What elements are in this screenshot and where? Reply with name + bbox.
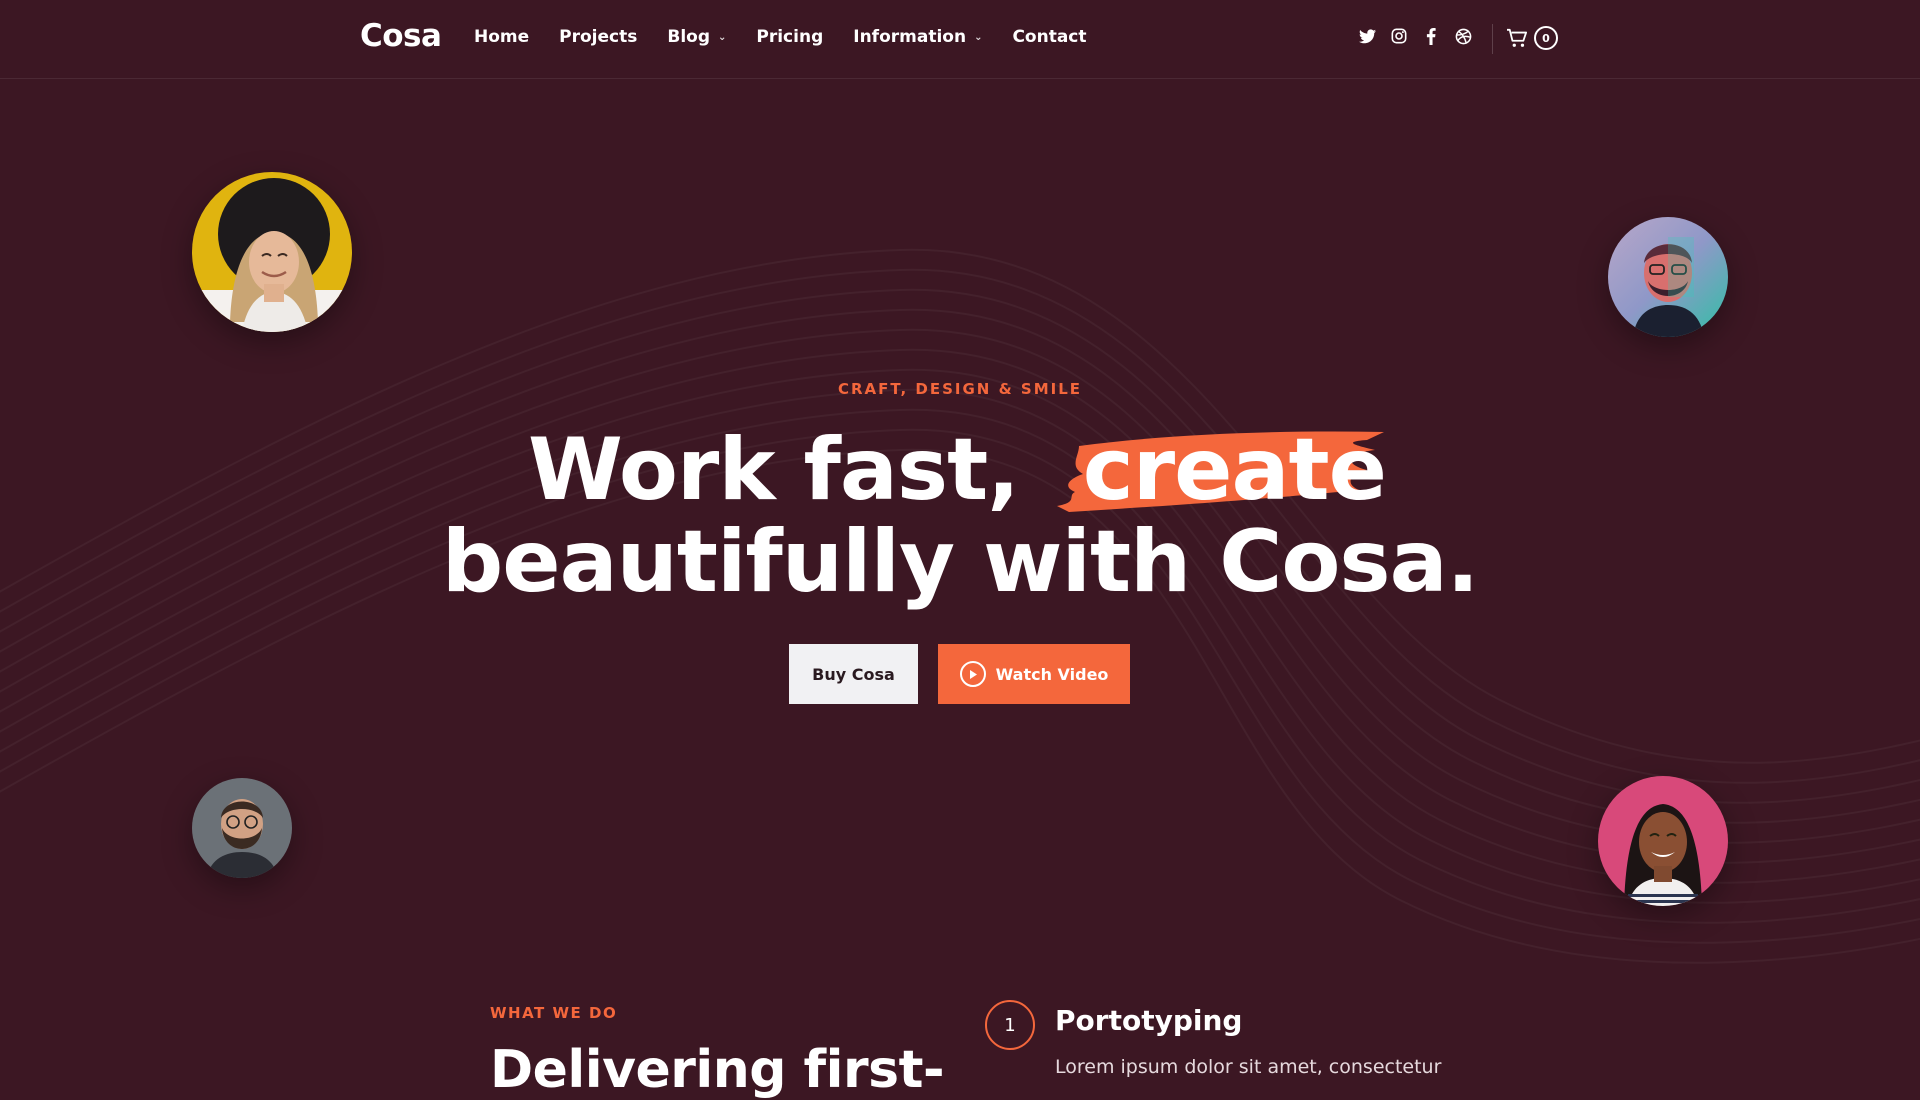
hero-headline: Work fast, create beautifully with Cosa. xyxy=(0,424,1920,608)
chevron-down-icon: ⌄ xyxy=(718,31,727,43)
hero-eyebrow: CRAFT, DESIGN & SMILE xyxy=(837,380,1083,398)
watch-video-button[interactable]: Watch Video xyxy=(938,644,1130,704)
site-header: Cosa Home Projects Blog ⌄ Pricing Informa… xyxy=(0,0,1920,79)
logo[interactable]: Cosa xyxy=(360,18,442,54)
headline-line-2: beautifully with Cosa. xyxy=(441,512,1480,612)
chevron-down-icon: ⌄ xyxy=(974,31,983,43)
dribbble-icon[interactable] xyxy=(1454,27,1472,45)
nav-item-pricing[interactable]: Pricing xyxy=(756,27,823,47)
headline-part-1: Work fast, xyxy=(528,420,1020,520)
nav-item-label: Contact xyxy=(1012,27,1087,47)
cart-icon xyxy=(1507,28,1527,47)
social-links xyxy=(1358,27,1486,45)
cart-count-badge: 0 xyxy=(1534,26,1558,50)
step-title: Portotyping xyxy=(1055,1004,1243,1037)
headline-highlight-text: create xyxy=(1082,420,1387,520)
avatar-man-neon xyxy=(1608,217,1728,337)
twitter-icon[interactable] xyxy=(1358,27,1376,45)
what-we-do-heading: Delivering first- xyxy=(490,1040,945,1100)
avatar-woman-yellow xyxy=(192,172,352,332)
nav-item-label: Information xyxy=(853,27,967,47)
headline-line-1: Work fast, create xyxy=(0,424,1920,516)
nav-item-projects[interactable]: Projects xyxy=(559,27,637,47)
play-icon xyxy=(959,661,986,687)
nav-item-label: Blog xyxy=(667,27,710,47)
nav-item-label: Projects xyxy=(559,27,638,47)
step-number-badge: 1 xyxy=(985,1000,1035,1050)
watch-video-label: Watch Video xyxy=(995,664,1109,684)
nav-item-blog[interactable]: Blog ⌄ xyxy=(667,27,726,47)
what-we-do-eyebrow: WHAT WE DO xyxy=(490,1004,618,1022)
nav-item-label: Pricing xyxy=(756,27,824,47)
nav-item-label: Home xyxy=(474,27,530,47)
instagram-icon[interactable] xyxy=(1390,27,1408,45)
cart-button[interactable]: 0 xyxy=(1506,26,1558,50)
avatar-bearded-man xyxy=(192,778,292,878)
avatar-woman-pink xyxy=(1598,776,1728,906)
headline-highlight: create xyxy=(1056,424,1392,516)
nav-item-information[interactable]: Information ⌄ xyxy=(853,27,982,47)
header-divider xyxy=(1492,24,1493,54)
nav-item-home[interactable]: Home xyxy=(474,27,529,47)
step-description: Lorem ipsum dolor sit amet, consectetur xyxy=(1055,1056,1442,1078)
nav-item-contact[interactable]: Contact xyxy=(1012,27,1086,47)
main-nav: Home Projects Blog ⌄ Pricing Information ⌄… xyxy=(474,27,1117,47)
buy-cosa-label: Buy Cosa xyxy=(812,664,895,684)
facebook-icon[interactable] xyxy=(1422,27,1440,45)
buy-cosa-button[interactable]: Buy Cosa xyxy=(789,644,918,704)
